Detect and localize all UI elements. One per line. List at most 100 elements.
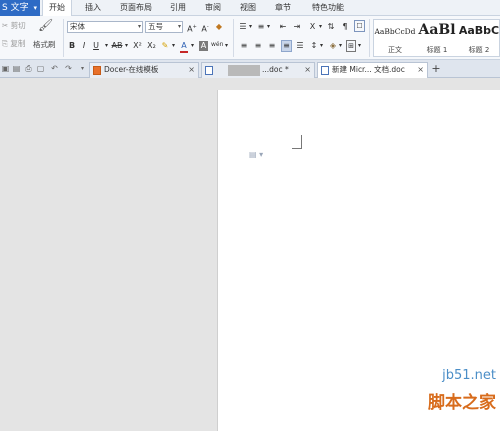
bullet-list-icon[interactable]: ☰	[238, 22, 248, 32]
margin-corner-mark	[292, 135, 302, 149]
redacted-filename	[228, 65, 260, 76]
tab-document-2[interactable]: ...doc * ×	[201, 62, 315, 78]
site-watermark: jb51.net 脚本之家	[398, 368, 500, 431]
open-icon[interactable]: ▤	[12, 64, 21, 74]
align-right-icon[interactable]: ≡	[267, 41, 277, 51]
paste-options-icon[interactable]: ▤ ▾	[249, 150, 263, 159]
chevron-down-icon: ▾	[137, 23, 141, 30]
close-icon[interactable]: ×	[304, 63, 311, 77]
style-heading-2-sample: AaBbC	[458, 24, 500, 37]
app-menu-label: S 文字	[2, 3, 29, 13]
char-shading-button[interactable]: A	[199, 41, 208, 51]
justify-icon[interactable]: ≡	[281, 40, 292, 52]
show-marks-icon[interactable]: ¶	[340, 22, 350, 32]
tab-references[interactable]: 引用	[165, 0, 191, 16]
tab-chapter[interactable]: 章节	[270, 0, 296, 16]
font-name-select[interactable]: 宋体 ▾	[67, 21, 143, 33]
group-divider	[233, 19, 234, 57]
document-icon	[205, 66, 213, 75]
chinese-layout-icon[interactable]: Ⅹ	[307, 22, 318, 32]
watermark-site-name: 脚本之家	[428, 393, 496, 413]
close-icon[interactable]: ×	[417, 63, 424, 77]
strikethrough-button[interactable]: AB	[111, 41, 123, 51]
menu-bar: S 文字 ▾ 开始 插入 页面布局 引用 审阅 视图 章节 特色功能	[0, 0, 500, 17]
align-left-icon[interactable]: ≡	[239, 41, 249, 51]
chevron-down-icon: ▾	[177, 23, 181, 30]
borders-icon[interactable]: ⊞	[346, 40, 356, 52]
style-heading-1[interactable]: AaBl 标题 1	[416, 20, 458, 56]
undo-icon[interactable]: ↶	[50, 64, 59, 74]
scissors-icon: ✂	[2, 21, 9, 30]
font-name-value: 宋体	[70, 22, 85, 31]
tab-features[interactable]: 特色功能	[306, 0, 350, 16]
tab-view[interactable]: 视图	[235, 0, 261, 16]
tab-new-document[interactable]: 新建 Micr... 文档.doc ×	[317, 62, 428, 79]
grow-font-icon[interactable]: A+	[187, 22, 197, 35]
cut-button[interactable]: ✂ 剪切	[2, 21, 26, 31]
line-spacing-icon[interactable]: ↕	[309, 41, 319, 51]
sort-icon[interactable]: ⇅	[326, 22, 336, 32]
distribute-icon[interactable]: ☰	[295, 41, 305, 51]
chevron-down-icon: ▾	[318, 23, 322, 30]
tab-review[interactable]: 审阅	[200, 0, 226, 16]
tab-insert[interactable]: 插入	[80, 0, 106, 16]
chevron-down-icon: ▾	[171, 42, 175, 49]
format-painter-icon: 🖌	[38, 18, 54, 32]
tab-new-document-label: 新建 Micr... 文档.doc	[332, 65, 405, 74]
watermark-url: jb51.net	[442, 368, 496, 383]
underline-button[interactable]: U	[92, 41, 100, 51]
chevron-down-icon: ▾	[224, 42, 228, 49]
font-size-select[interactable]: 五号 ▾	[145, 21, 183, 33]
document-tab-bar: ▣ ▤ ⎙ ▢ ↶ ↷ ▾ Docer-在线模板 × ...doc * × 新建…	[0, 60, 500, 79]
subscript-button[interactable]: X₂	[146, 41, 157, 51]
group-divider	[369, 19, 370, 57]
tab-page-layout[interactable]: 页面布局	[116, 0, 156, 16]
styles-gallery: AaBbCcDd 正文 AaBl 标题 1 AaBbC 标题 2	[373, 19, 500, 57]
chevron-down-icon: ▾	[319, 42, 323, 49]
numbered-list-icon[interactable]: ≡	[256, 22, 266, 32]
copy-button[interactable]: ⎘ 复制	[2, 39, 25, 49]
decrease-indent-icon[interactable]: ⇤	[278, 22, 288, 32]
clear-format-icon[interactable]: ◆	[214, 22, 224, 32]
bold-button[interactable]: B	[68, 41, 76, 51]
chevron-down-icon: ▾	[266, 23, 270, 30]
tab-docer-label: Docer-在线模板	[104, 65, 159, 74]
italic-button[interactable]: I	[80, 41, 88, 51]
chevron-down-icon: ▾	[104, 42, 108, 49]
cut-label: 剪切	[10, 21, 26, 30]
align-center-icon[interactable]: ≡	[253, 41, 263, 51]
phonetic-guide-button[interactable]: wén	[211, 40, 223, 50]
style-normal[interactable]: AaBbCcDd 正文	[374, 20, 416, 56]
copy-label: 复制	[10, 39, 26, 48]
print-icon[interactable]: ⎙	[24, 64, 33, 74]
shading-icon[interactable]: ◈	[328, 41, 338, 51]
docer-icon	[93, 66, 101, 75]
print-preview-icon[interactable]: ▢	[36, 64, 45, 74]
tab-document-2-label: ...doc *	[262, 65, 289, 74]
app-menu-button[interactable]: S 文字 ▾	[0, 0, 40, 16]
tab-start[interactable]: 开始	[42, 0, 72, 17]
increase-indent-icon[interactable]: ⇥	[292, 22, 302, 32]
chevron-down-icon: ▾	[33, 4, 37, 12]
chevron-down-icon: ▾	[190, 42, 194, 49]
style-heading-1-sample: AaBl	[418, 22, 456, 38]
style-normal-label: 正文	[388, 46, 402, 54]
font-color-button[interactable]: A	[180, 41, 188, 53]
save-icon[interactable]: ▣	[1, 64, 10, 74]
close-icon[interactable]: ×	[188, 63, 195, 77]
find-icon[interactable]: ☐	[354, 20, 365, 32]
superscript-button[interactable]: X²	[132, 41, 143, 51]
new-tab-button[interactable]: +	[430, 63, 442, 75]
shrink-font-icon[interactable]: A-	[200, 22, 210, 35]
style-heading-2[interactable]: AaBbC 标题 2	[458, 20, 500, 56]
tab-docer-templates[interactable]: Docer-在线模板 ×	[89, 62, 199, 78]
format-painter-button[interactable]: 格式刷	[33, 40, 56, 50]
chevron-down-icon: ▾	[338, 42, 342, 49]
chevron-down-icon: ▾	[248, 23, 252, 30]
chevron-down-icon: ▾	[124, 42, 128, 49]
group-divider	[63, 19, 64, 57]
redo-icon[interactable]: ↷	[64, 64, 73, 74]
chevron-down-icon[interactable]: ▾	[78, 64, 87, 74]
highlight-icon[interactable]: ✎	[160, 41, 170, 51]
font-size-value: 五号	[148, 22, 163, 31]
